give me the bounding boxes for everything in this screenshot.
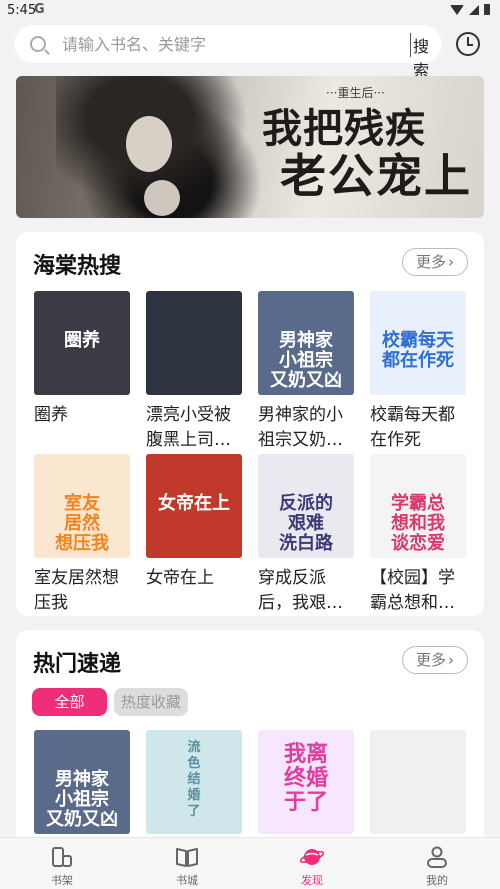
battery-icon [484,4,490,15]
nav-discover[interactable]: 发现 [262,838,362,889]
nav-label: 发现 [301,874,323,887]
banner-character [144,180,180,216]
book-item[interactable]: 我离 终婚 于了 [258,730,354,834]
cover-text: 学霸总 想和我 谈恋爱 [391,493,445,554]
more-label: 更多 [415,253,446,271]
search-button[interactable]: 搜索 [413,33,442,81]
status-bar: 5:45 G [0,0,500,22]
hot-search-card: 海棠热搜 更多 › 圈养 圈养 漂亮小受被腹黑上司… 男神家 小祖宗 又奶又凶 男… [16,232,484,616]
status-time: 5:45 [7,3,37,18]
history-icon[interactable] [456,32,480,56]
status-icons [450,4,490,15]
bottom-nav: 书架 书城 发现 我的 [0,837,500,889]
book-title: 女帝在上 [146,568,214,588]
book-item[interactable]: 流 色 结 婚 了 [146,730,242,834]
section-title: 海棠热搜 [33,254,122,279]
book-title: 圈养 [34,405,68,425]
book-cover: 男神家 小祖宗 又奶又凶 [34,730,130,834]
book-title: 【校园】学霸总想和… [370,568,455,613]
search-icon [30,36,46,52]
book-cover: 圈养 [34,291,130,395]
book-cover: 校霸每天 都在作死 [370,291,466,395]
book-title: 穿成反派后，我艰… [258,568,343,613]
tab-all[interactable]: 全部 [32,688,107,716]
book-item[interactable] [370,730,466,834]
cover-text: 流 色 结 婚 了 [187,740,201,819]
book-cover: 男神家 小祖宗 又奶又凶 [258,291,354,395]
hot-express-card: 热门速递 更多 › 全部 热度收藏 男神家 小祖宗 又奶又凶 流 色 结 婚 了 … [16,630,484,850]
book-item[interactable]: 女帝在上 女帝在上 [146,454,242,616]
tab-popular-favorites[interactable]: 热度收藏 [114,688,188,716]
book-cover [146,291,242,395]
book-title: 男神家的小祖宗又奶… [258,405,343,450]
book-item[interactable]: 男神家 小祖宗 又奶又凶 男神家的小祖宗又奶… [258,291,354,453]
nav-label: 我的 [426,874,448,887]
cover-text: 男神家 小祖宗 又奶又凶 [46,769,118,830]
nav-bookshelf[interactable]: 书架 [12,838,112,889]
banner-character [126,116,172,172]
search-row: 搜索 [0,22,500,80]
section-title: 热门速递 [33,652,122,677]
wifi-icon [450,4,464,15]
nav-label: 书架 [51,874,73,887]
promo-banner[interactable]: ···重生后··· 我把残疾 老公宠上 [16,76,484,218]
cover-text: 男神家 小祖宗 又奶又凶 [270,330,342,391]
book-open-icon [176,848,198,867]
google-icon: G [34,2,45,17]
search-divider [410,33,411,57]
more-button[interactable]: 更多 › [402,248,468,276]
nav-profile[interactable]: 我的 [387,838,487,889]
bookshelf-icon [52,847,72,867]
book-title: 漂亮小受被腹黑上司… [146,405,231,450]
book-item[interactable]: 反派的 艰难 洗白路 穿成反派后，我艰… [258,454,354,616]
chevron-right-icon: › [448,253,454,271]
nav-bookstore[interactable]: 书城 [137,838,237,889]
book-cover: 室友 居然 想压我 [34,454,130,558]
book-item[interactable]: 校霸每天 都在作死 校霸每天都在作死 [370,291,466,453]
cover-text: 反派的 艰难 洗白路 [279,493,333,554]
search-input[interactable] [62,29,397,59]
nav-label: 书城 [176,874,198,887]
book-item[interactable]: 室友 居然 想压我 室友居然想压我 [34,454,130,616]
cover-text: 室友 居然 想压我 [55,493,109,554]
book-item[interactable]: 圈养 圈养 [34,291,130,453]
cover-text: 我离 终婚 于了 [283,741,328,815]
search-box[interactable]: 搜索 [14,25,442,80]
book-cover: 我离 终婚 于了 [258,730,354,834]
book-item[interactable]: 漂亮小受被腹黑上司… [146,291,242,453]
cover-text: 圈养 [64,330,100,351]
more-button[interactable]: 更多 › [402,646,468,674]
book-cover: 女帝在上 [146,454,242,558]
planet-icon [300,849,324,865]
cover-text: 女帝在上 [158,493,230,514]
book-cover [370,730,466,834]
book-title: 校霸每天都在作死 [370,405,455,450]
more-label: 更多 [415,651,446,669]
book-title: 室友居然想压我 [34,568,119,613]
book-cover: 学霸总 想和我 谈恋爱 [370,454,466,558]
cover-text: 校霸每天 都在作死 [382,330,454,371]
signal-icon [469,4,479,15]
banner-title-line2: 老公宠上 [280,149,472,203]
book-item[interactable]: 学霸总 想和我 谈恋爱 【校园】学霸总想和… [370,454,466,616]
chevron-right-icon: › [448,651,454,669]
book-cover: 反派的 艰难 洗白路 [258,454,354,558]
person-icon [427,846,447,868]
book-cover: 流 色 结 婚 了 [146,730,242,834]
book-item[interactable]: 男神家 小祖宗 又奶又凶 [34,730,130,834]
